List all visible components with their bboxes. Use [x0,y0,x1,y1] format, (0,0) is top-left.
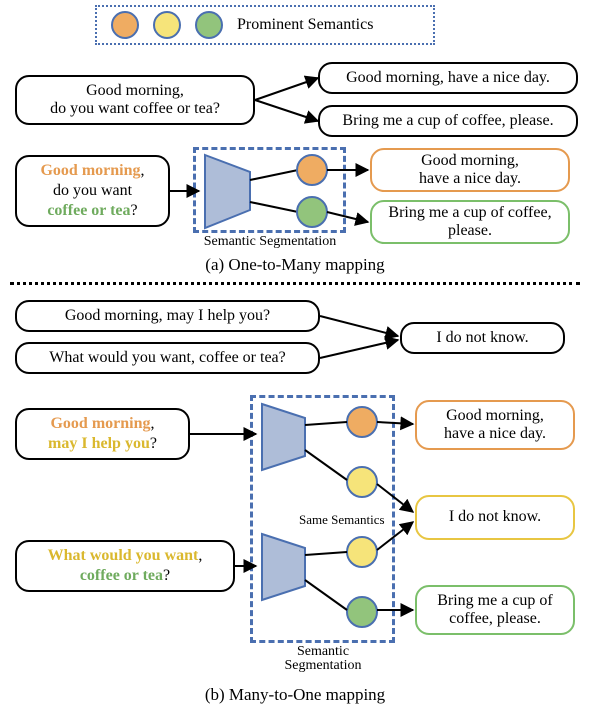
legend-box: Prominent Semantics [95,5,435,45]
b-hl-top-text: Good morning, may I help you? [48,414,157,454]
b-out-yellow: I do not know. [415,495,575,540]
b-plain-out: I do not know. [400,322,565,354]
a-caption: (a) One-to-Many mapping [0,255,590,275]
panel-separator [10,282,580,285]
legend-label: Prominent Semantics [237,16,373,34]
a-highlight-input-text: Good morning, do you want coffee or tea? [40,161,144,221]
b-hl-input-top: Good morning, may I help you? [15,408,190,460]
a-plain-out-bot: Bring me a cup of coffee, please. [318,105,578,137]
b-plain-in-top: Good morning, may I help you? [15,300,320,332]
b-hl-bot-b2: ? [163,567,170,584]
a-seg-label: Semantic Segmentation [195,235,345,249]
b-hl-bot-green: coffee or tea [80,567,163,584]
b-hl-top-b1: , [151,415,155,432]
a-hl-green: coffee or tea [47,202,130,219]
a-highlight-input: Good morning, do you want coffee or tea? [15,155,170,227]
a-out-green: Bring me a cup of coffee, please. [370,200,570,244]
b-hl-bot-b1: , [198,547,202,564]
a-plain-out-top: Good morning, have a nice day. [318,62,578,94]
a-out-orange: Good morning, have a nice day. [370,148,570,192]
a-plain-input: Good morning, do you want coffee or tea? [15,75,255,125]
a-hl-black2: ? [131,202,138,219]
b-hl-input-bot: What would you want, coffee or tea? [15,540,235,592]
b-same-semantics: Same Semantics [299,512,385,528]
legend-circle-green [195,11,223,39]
b-seg-label: Semantic Segmentation [252,645,394,673]
a-hl-orange: Good morning [40,162,140,179]
b-plain-in-bot: What would you want, coffee or tea? [15,342,320,374]
b-hl-top-b2: ? [150,435,157,452]
legend-circle-yellow [153,11,181,39]
b-hl-bot-yellow: What would you want [48,547,199,564]
b-hl-top-orange: Good morning [50,415,150,432]
legend-circle-orange [111,11,139,39]
b-hl-bot-text: What would you want, coffee or tea? [48,546,203,586]
a-seg-box [193,147,346,233]
b-caption: (b) Many-to-One mapping [0,685,590,705]
b-hl-top-yellow: may I help you [48,435,150,452]
b-out-green: Bring me a cup of coffee, please. [415,585,575,635]
b-out-orange: Good morning, have a nice day. [415,400,575,450]
diagram-canvas: Prominent Semantics Good morning, do you… [0,0,590,712]
